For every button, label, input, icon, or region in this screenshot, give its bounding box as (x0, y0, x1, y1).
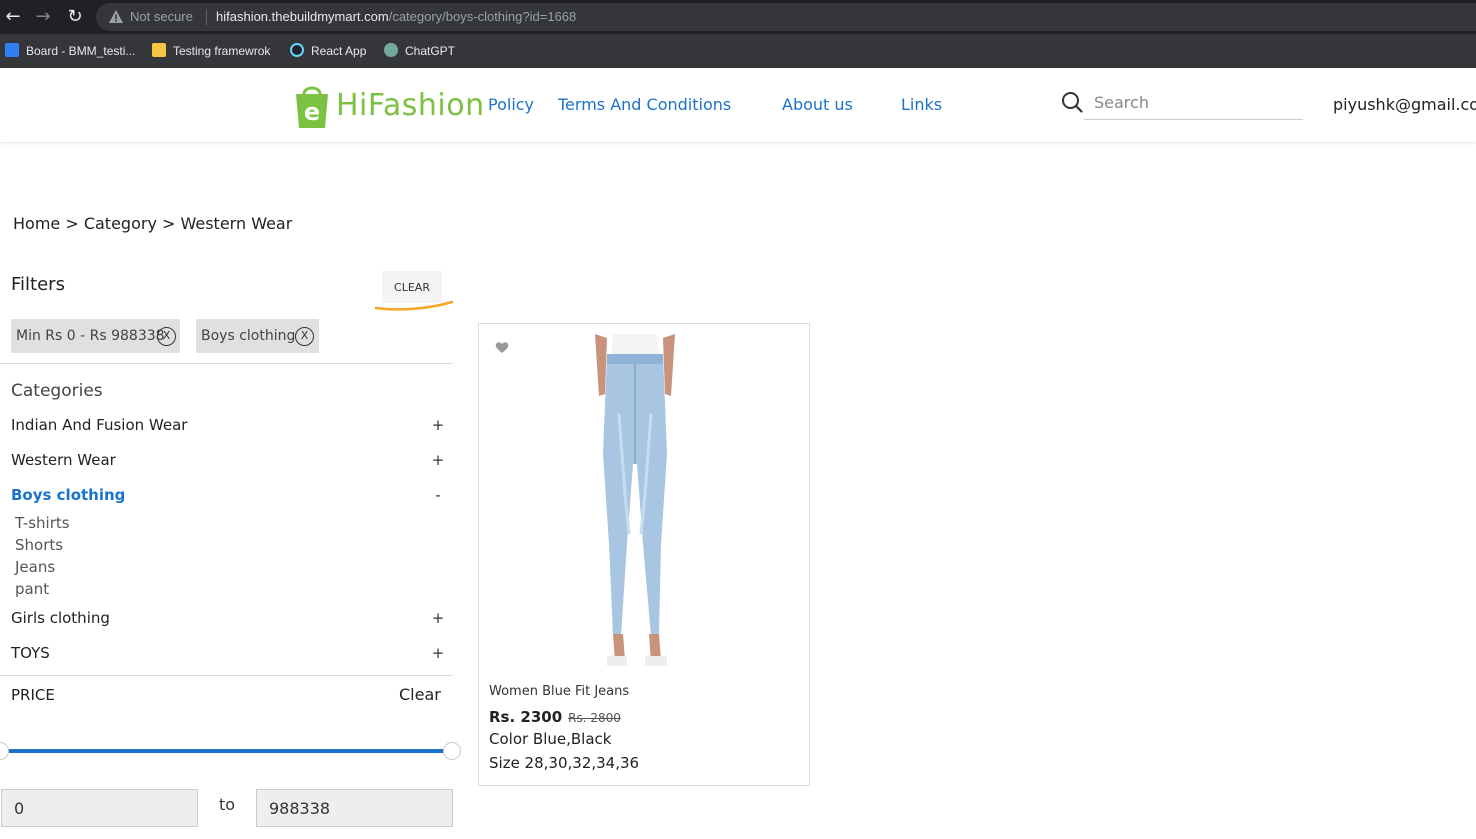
current-price: Rs. 2300 (489, 708, 563, 726)
category-western-wear[interactable]: Western Wear (11, 451, 116, 469)
subcategory-shorts[interactable]: Shorts (15, 536, 63, 554)
divider (0, 675, 453, 676)
search-icon[interactable] (1061, 91, 1083, 113)
collapse-icon[interactable]: - (431, 486, 445, 504)
not-secure-label: Not secure (130, 9, 193, 24)
expand-icon[interactable]: + (431, 609, 445, 627)
search-input[interactable] (1084, 86, 1303, 120)
bookmark-chatgpt[interactable]: ChatGPT (384, 41, 455, 61)
site-header: e HiFashion Policy Terms And Conditions … (0, 68, 1476, 142)
category-toys[interactable]: TOYS (11, 644, 50, 662)
nav-terms[interactable]: Terms And Conditions (558, 95, 731, 114)
price-to-label: to (219, 795, 236, 814)
product-size: Size 28,30,32,34,36 (489, 754, 640, 772)
category-boys-clothing[interactable]: Boys clothing (11, 486, 125, 504)
svg-text:e: e (304, 98, 320, 126)
bookmark-label: Board - BMM_testi... (26, 44, 136, 58)
board-icon (5, 43, 19, 57)
subcategory-jeans[interactable]: Jeans (15, 558, 55, 576)
nav-about[interactable]: About us (782, 95, 853, 114)
close-icon[interactable]: X (295, 327, 314, 346)
categories-heading: Categories (11, 381, 103, 401)
price-slider-max-handle[interactable] (443, 742, 461, 760)
bookmark-board[interactable]: Board - BMM_testi... (5, 41, 135, 61)
bookmark-label: ChatGPT (405, 44, 456, 58)
annotation-underline (374, 300, 454, 311)
price-title: PRICE (11, 686, 55, 704)
react-icon (290, 43, 304, 57)
bookmark-label: React App (311, 44, 367, 58)
shopping-bag-logo-icon: e (296, 86, 328, 128)
filter-chip-category: Boys clothing X (196, 319, 319, 353)
address-bar[interactable]: Not secure hifashion.thebuildmymart.com/… (96, 3, 1476, 31)
price-min-input[interactable]: 0 (1, 789, 198, 827)
breadcrumb[interactable]: Home > Category > Western Wear (13, 214, 292, 233)
product-card[interactable]: Women Blue Fit Jeans Rs. 2300 Rs. 2800 Co… (478, 323, 810, 786)
url-text[interactable]: hifashion.thebuildmymart.com/category/bo… (216, 9, 576, 24)
heart-icon[interactable] (495, 341, 509, 354)
user-email[interactable]: piyushk@gmail.co (1333, 95, 1476, 114)
divider (0, 363, 453, 364)
filters-title: Filters (11, 274, 65, 295)
price-slider-min-handle[interactable] (0, 742, 9, 760)
product-color: Color Blue,Black (489, 730, 612, 748)
price-clear-button[interactable]: Clear (399, 685, 441, 704)
folder-icon (152, 43, 166, 57)
chip-label: Boys clothing (201, 328, 296, 344)
price-max-input[interactable]: 988338 (256, 789, 453, 827)
logo-text: HiFashion (336, 88, 485, 123)
category-indian-fusion[interactable]: Indian And Fusion Wear (11, 416, 187, 434)
warning-icon (109, 10, 123, 23)
product-name[interactable]: Women Blue Fit Jeans (489, 684, 629, 699)
category-girls-clothing[interactable]: Girls clothing (11, 609, 110, 627)
forward-arrow-icon[interactable]: → (32, 6, 54, 28)
bookmark-testing-framework[interactable]: Testing framewrok (152, 41, 270, 61)
close-icon[interactable]: X (157, 327, 176, 346)
chatgpt-icon (384, 43, 398, 57)
price-slider-track[interactable] (6, 749, 446, 753)
nav-policy[interactable]: Policy (488, 95, 534, 114)
expand-icon[interactable]: + (431, 451, 445, 469)
subcategory-pant[interactable]: pant (15, 580, 49, 598)
url-host: hifashion.thebuildmymart.com (216, 9, 389, 24)
expand-icon[interactable]: + (431, 644, 445, 662)
product-price: Rs. 2300 Rs. 2800 (489, 708, 621, 726)
bookmark-react-app[interactable]: React App (290, 41, 366, 61)
bookmarks-bar: Board - BMM_testi... Testing framewrok R… (0, 34, 1476, 68)
bookmark-label: Testing framewrok (173, 44, 271, 58)
browser-toolbar: ← → ↻ Not secure hifashion.thebuildmymar… (0, 0, 1476, 34)
subcategory-tshirts[interactable]: T-shirts (15, 514, 70, 532)
filter-chip-price: Min Rs 0 - Rs 988338 X (11, 319, 180, 353)
nav-links[interactable]: Links (901, 95, 942, 114)
url-separator (206, 9, 207, 25)
old-price: Rs. 2800 (568, 711, 621, 725)
product-image[interactable] (555, 334, 715, 670)
chip-label: Min Rs 0 - Rs 988338 (16, 328, 165, 344)
back-arrow-icon[interactable]: ← (2, 6, 24, 28)
reload-icon[interactable]: ↻ (64, 6, 86, 28)
expand-icon[interactable]: + (431, 416, 445, 434)
url-path: /category/boys-clothing?id=1668 (388, 9, 577, 24)
